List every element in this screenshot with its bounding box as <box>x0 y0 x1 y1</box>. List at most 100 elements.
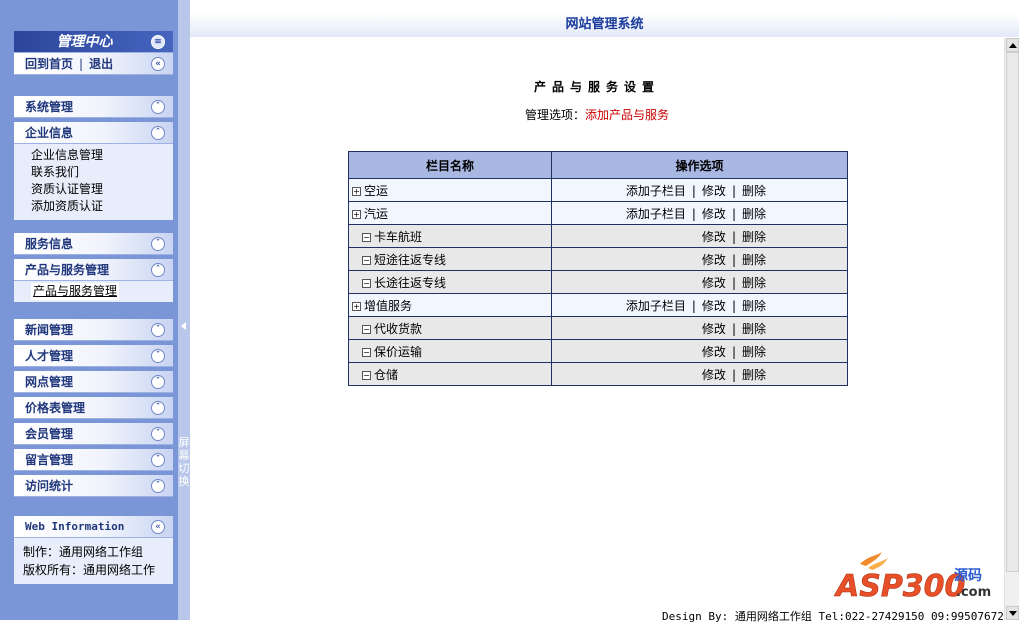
category-name-cell: + 汽运 <box>348 201 552 225</box>
screen-toggle-label[interactable]: 屏幕切换 <box>178 436 190 488</box>
expand-icon[interactable]: ˇ <box>151 375 165 389</box>
table-row: − 保价运输 修改 | 删除 <box>348 339 848 363</box>
edit-link[interactable]: 修改 <box>702 207 726 221</box>
delete-link[interactable]: 删除 <box>742 230 766 244</box>
collapse-icon[interactable]: ˆ <box>151 263 165 277</box>
category-name[interactable]: 代收货款 <box>374 322 422 336</box>
menu-header-service[interactable]: 服务信息 ˇ <box>14 233 173 255</box>
category-name[interactable]: 保价运输 <box>374 345 422 359</box>
menu-header-products[interactable]: 产品与服务管理 ˆ <box>14 259 173 281</box>
column-header-actions: 操作选项 <box>551 151 848 179</box>
menu-item-products-manage[interactable]: 产品与服务管理 <box>31 283 120 300</box>
category-name[interactable]: 短途往返专线 <box>374 253 446 267</box>
menu-header-news[interactable]: 新闻管理 ˇ <box>14 319 173 341</box>
expand-icon[interactable]: ˇ <box>151 479 165 493</box>
delete-link[interactable]: 删除 <box>742 207 766 221</box>
action-separator: | <box>731 229 736 244</box>
add-subcategory-link[interactable]: 添加子栏目 <box>626 184 686 198</box>
menu-header-outlets[interactable]: 网点管理 ˇ <box>14 371 173 393</box>
expand-icon[interactable]: ˇ <box>151 427 165 441</box>
edit-link[interactable]: 修改 <box>702 368 726 382</box>
delete-link[interactable]: 删除 <box>742 368 766 382</box>
web-info-title: Web Information « <box>14 516 173 538</box>
collapse-node-icon[interactable]: − <box>362 255 371 265</box>
menu-header-pricing[interactable]: 价格表管理 ˇ <box>14 397 173 419</box>
menu-news: 新闻管理 ˇ <box>14 319 173 341</box>
table-row: − 仓储 修改 | 删除 <box>348 362 848 386</box>
scroll-thumb[interactable] <box>1006 52 1019 572</box>
collapse-node-icon[interactable]: − <box>362 232 371 242</box>
menu-products: 产品与服务管理 ˆ 产品与服务管理 <box>14 259 173 302</box>
home-link[interactable]: 回到首页 <box>25 57 73 71</box>
scroll-down-icon[interactable] <box>1006 606 1019 620</box>
edit-link[interactable]: 修改 <box>702 345 726 359</box>
vertical-scrollbar[interactable] <box>1004 38 1019 620</box>
actions-cell: 添加子栏目 | 修改 | 删除 <box>551 201 848 225</box>
expand-icon[interactable]: ˇ <box>151 100 165 114</box>
add-product-link[interactable]: 添加产品与服务 <box>585 108 669 122</box>
menu-item-cert-add[interactable]: 添加资质认证 <box>31 198 173 215</box>
action-separator: | <box>731 183 736 198</box>
action-separator: | <box>731 321 736 336</box>
expand-node-icon[interactable]: + <box>352 209 361 219</box>
category-name[interactable]: 汽运 <box>364 207 388 221</box>
menu-item-company-info[interactable]: 企业信息管理 <box>31 147 173 164</box>
collapse-icon[interactable]: ˆ <box>151 126 165 140</box>
scroll-up-icon[interactable] <box>1006 38 1019 52</box>
expand-icon[interactable]: ˇ <box>151 323 165 337</box>
action-separator: | <box>691 183 696 198</box>
action-separator: | <box>731 367 736 382</box>
edit-link[interactable]: 修改 <box>702 322 726 336</box>
actions-cell: 添加子栏目 | 修改 | 删除 <box>551 178 848 202</box>
table-row: − 代收货款 修改 | 删除 <box>348 316 848 340</box>
delete-link[interactable]: 删除 <box>742 184 766 198</box>
category-name[interactable]: 增值服务 <box>364 299 412 313</box>
category-name-cell: − 仓储 <box>348 362 552 386</box>
delete-link[interactable]: 删除 <box>742 253 766 267</box>
edit-link[interactable]: 修改 <box>702 299 726 313</box>
collapse-node-icon[interactable]: − <box>362 278 371 288</box>
action-separator: | <box>731 298 736 313</box>
expand-icon[interactable]: ˇ <box>151 401 165 415</box>
sidebar-splitter[interactable]: 屏幕切换 <box>178 0 190 620</box>
hide-sidebar-icon[interactable]: « <box>151 57 165 71</box>
logout-link[interactable]: 退出 <box>89 57 113 71</box>
menu-header-company[interactable]: 企业信息 ˆ <box>14 122 173 144</box>
expand-node-icon[interactable]: + <box>352 186 361 196</box>
delete-link[interactable]: 删除 <box>742 322 766 336</box>
collapse-arrow-icon[interactable] <box>181 322 186 330</box>
edit-link[interactable]: 修改 <box>702 230 726 244</box>
menu-header-talent[interactable]: 人才管理 ˇ <box>14 345 173 367</box>
delete-link[interactable]: 删除 <box>742 276 766 290</box>
edit-link[interactable]: 修改 <box>702 253 726 267</box>
expand-icon[interactable]: ˇ <box>151 349 165 363</box>
add-subcategory-link[interactable]: 添加子栏目 <box>626 207 686 221</box>
edit-link[interactable]: 修改 <box>702 276 726 290</box>
menu-header-messages[interactable]: 留言管理 ˇ <box>14 449 173 471</box>
category-name[interactable]: 长途往返专线 <box>374 276 446 290</box>
svg-text:源码: 源码 <box>954 567 982 584</box>
collapse-node-icon[interactable]: − <box>362 324 371 334</box>
menu-header-system[interactable]: 系统管理 ˇ <box>14 96 173 118</box>
menu-item-contact[interactable]: 联系我们 <box>31 164 173 181</box>
edit-link[interactable]: 修改 <box>702 184 726 198</box>
admin-center-panel: 管理中心 ≡ 回到首页 | 退出 « <box>14 31 173 75</box>
expand-icon[interactable]: ˇ <box>151 453 165 467</box>
collapse-node-icon[interactable]: − <box>362 347 371 357</box>
menu-item-cert-manage[interactable]: 资质认证管理 <box>31 181 173 198</box>
category-name[interactable]: 卡车航班 <box>374 230 422 244</box>
menu-header-stats[interactable]: 访问统计 ˇ <box>14 475 173 497</box>
category-name[interactable]: 空运 <box>364 184 388 198</box>
expand-icon[interactable]: ˇ <box>151 237 165 251</box>
collapse-node-icon[interactable]: − <box>362 370 371 380</box>
menu-header-members[interactable]: 会员管理 ˇ <box>14 423 173 445</box>
category-name[interactable]: 仓储 <box>374 368 398 382</box>
table-row: + 汽运 添加子栏目 | 修改 | 删除 <box>348 201 848 225</box>
category-name-cell: + 增值服务 <box>348 293 552 317</box>
delete-link[interactable]: 删除 <box>742 345 766 359</box>
add-subcategory-link[interactable]: 添加子栏目 <box>626 299 686 313</box>
expand-node-icon[interactable]: + <box>352 301 361 311</box>
collapse-all-icon[interactable]: ≡ <box>151 35 165 49</box>
delete-link[interactable]: 删除 <box>742 299 766 313</box>
collapse-info-icon[interactable]: « <box>151 520 165 534</box>
